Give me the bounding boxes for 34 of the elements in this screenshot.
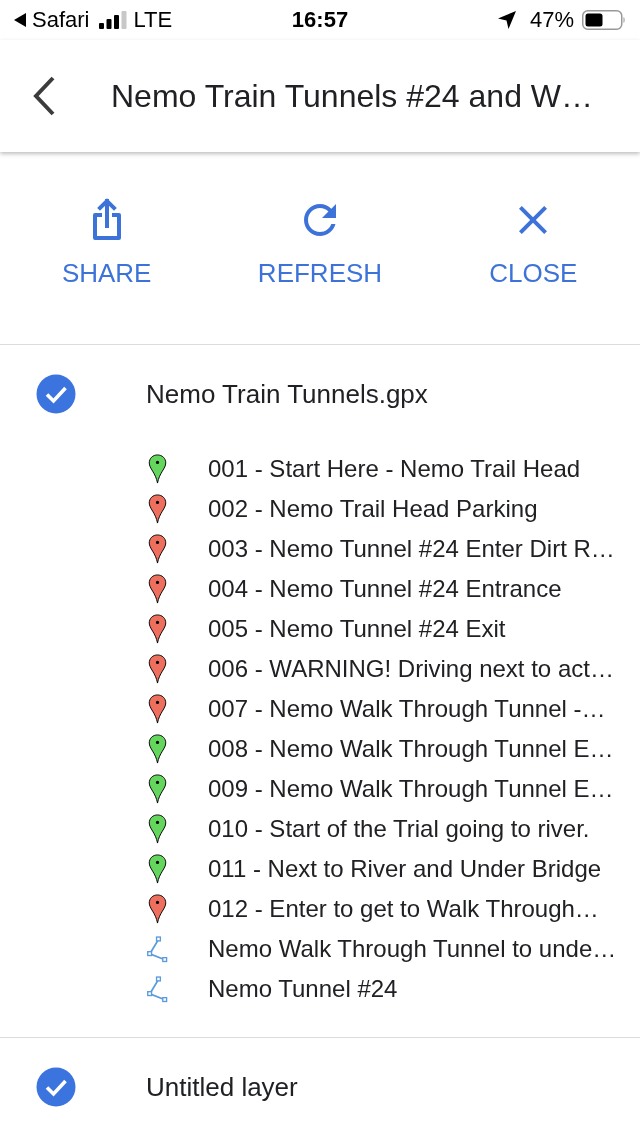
share-button[interactable]: SHARE [0,151,214,344]
layer-name: Nemo Train Tunnels.gpx [146,377,428,411]
close-button[interactable]: CLOSE [426,151,640,344]
placemark-list-item[interactable]: 006 - WARNING! Driving next to act… [144,649,640,689]
location-arrow-icon [497,10,516,29]
placemark-list-item[interactable]: 008 - Nemo Walk Through Tunnel E… [144,729,640,769]
placemark-list-item[interactable]: 010 - Start of the Trial going to river. [144,809,640,849]
placemark-list-item[interactable]: 001 - Start Here - Nemo Trail Head [144,449,640,489]
back-to-app-link[interactable]: Safari [32,3,90,37]
signal-bars-icon [99,10,128,29]
layer-checkbox[interactable] [36,374,76,414]
placemark-list-item[interactable]: 009 - Nemo Walk Through Tunnel E… [144,769,640,809]
page-title: Nemo Train Tunnels #24 and W… [111,76,593,116]
placemark-list-item[interactable]: 011 - Next to River and Under Bridge [144,849,640,889]
back-chevron-icon [32,75,56,116]
layer-checkbox[interactable] [36,1067,76,1107]
placemark-list-item[interactable]: 004 - Nemo Tunnel #24 Entrance [144,569,640,609]
placemark-list-item[interactable]: 005 - Nemo Tunnel #24 Exit [144,609,640,649]
path-list-item[interactable]: Nemo Tunnel #24 [144,969,640,1009]
refresh-button[interactable]: REFRESH [213,151,427,344]
close-icon [519,205,548,234]
refresh-icon [304,203,336,236]
back-triangle-icon [14,12,26,27]
share-icon [90,197,123,242]
battery-icon [582,9,626,30]
status-time: 16:57 [291,6,349,35]
placemark-list-item[interactable]: 012 - Enter to get to Walk Through… [144,889,640,929]
placemark-list-item[interactable]: 007 - Nemo Walk Through Tunnel -… [144,689,640,729]
path-list-item[interactable]: Nemo Walk Through Tunnel to unde… [144,929,640,969]
network-type: LTE [133,6,173,35]
placemark-list-item[interactable]: 002 - Nemo Trail Head Parking [144,489,640,529]
placemark-list-item[interactable]: 003 - Nemo Tunnel #24 Enter Dirt R… [144,529,640,569]
battery-percent: 47% [529,6,574,35]
layer-name: Untitled layer [146,1070,298,1104]
